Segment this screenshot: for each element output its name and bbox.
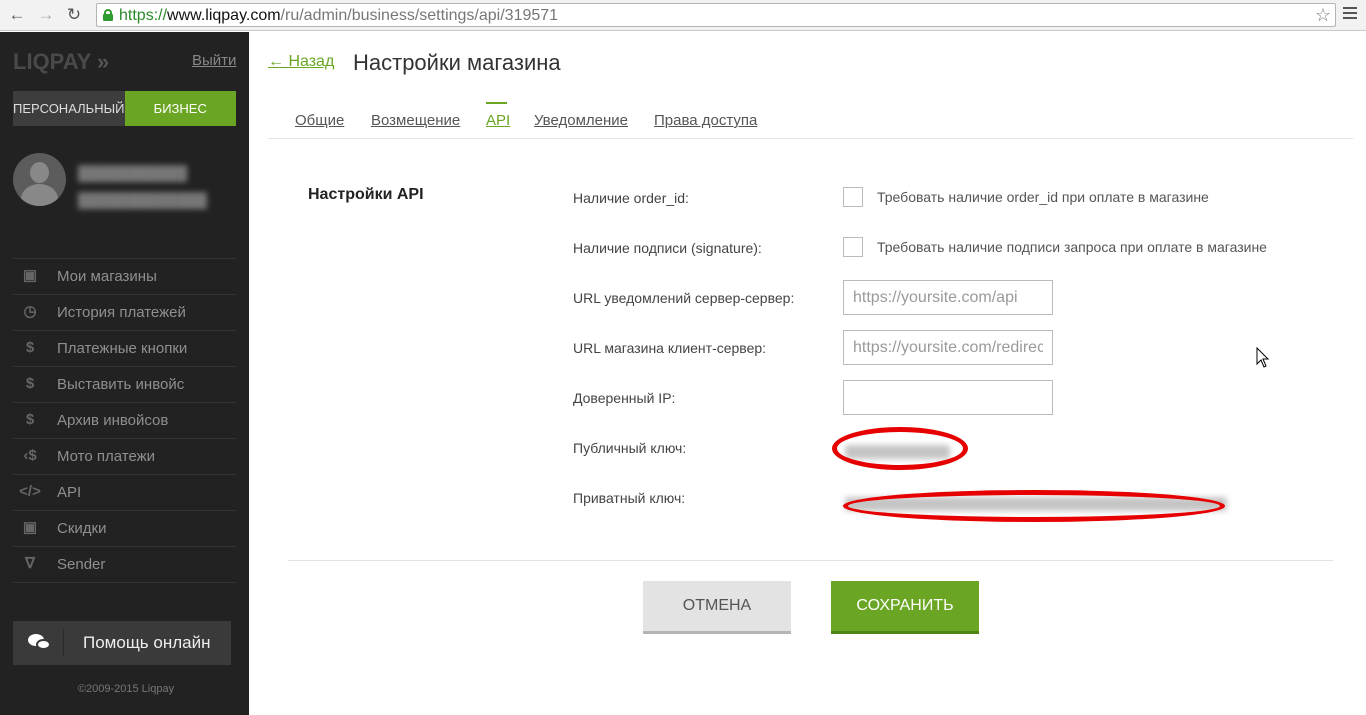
- invoice-icon: $: [25, 375, 35, 392]
- help-online-button[interactable]: Помощь онлайн: [13, 621, 231, 665]
- public-key-label: Публичный ключ:: [573, 440, 687, 456]
- lock-icon: [103, 9, 113, 21]
- sidebar-item-label: Sender: [57, 556, 106, 573]
- sidebar-item-my-stores[interactable]: ▣ Мои магазины: [13, 259, 236, 295]
- order-id-check-label[interactable]: Требовать наличие order_id при оплате в …: [877, 189, 1209, 205]
- invoice-archive-icon: $: [25, 411, 35, 428]
- signature-label: Наличие подписи (signature):: [573, 240, 762, 256]
- order-id-checkbox[interactable]: [843, 187, 863, 207]
- client-url-label: URL магазина клиент-сервер:: [573, 340, 767, 356]
- account-type-toggle: ПЕРСОНАЛЬНЫЙ БИЗНЕС: [13, 91, 236, 126]
- back-arrow-icon[interactable]: ←: [6, 5, 28, 25]
- address-bar[interactable]: https://www.liqpay.com/ru/admin/business…: [96, 3, 1336, 27]
- mouse-cursor-icon: [1256, 347, 1270, 368]
- cancel-button[interactable]: ОТМЕНА: [643, 581, 791, 634]
- sidebar-item-label: Мото платежи: [57, 448, 156, 465]
- discount-store-icon: ▣: [22, 519, 38, 536]
- trusted-ip-label: Доверенный IP:: [573, 390, 676, 406]
- active-tab-indicator: [486, 102, 507, 104]
- url-text: https://www.liqpay.com/ru/admin/business…: [119, 7, 559, 24]
- sidebar-item-moto-payments[interactable]: ‹$ Мото платежи: [13, 439, 236, 475]
- form-divider: [288, 560, 1333, 561]
- signature-check-label[interactable]: Требовать наличие подписи запроса при оп…: [877, 239, 1267, 255]
- sidebar-item-create-invoice[interactable]: $ Выставить инвойс: [13, 367, 236, 403]
- save-button[interactable]: СОХРАНИТЬ: [831, 581, 979, 634]
- sidebar-item-sender[interactable]: ∇ Sender: [13, 547, 236, 583]
- store-icon: ▣: [22, 267, 38, 284]
- sender-icon: ∇: [24, 555, 36, 572]
- client-url-input[interactable]: [843, 330, 1053, 365]
- sidebar-item-invoice-archive[interactable]: $ Архив инвойсов: [13, 403, 236, 439]
- chat-bubbles-icon: [28, 634, 52, 652]
- sidebar: LIQPAY » Выйти ПЕРСОНАЛЬНЫЙ БИЗНЕС █████…: [0, 32, 249, 715]
- section-title: Настройки API: [308, 186, 424, 203]
- signature-checkbox[interactable]: [843, 237, 863, 257]
- server-url-label: URL уведомлений сервер-сервер:: [573, 290, 795, 306]
- order-id-label: Наличие order_id:: [573, 190, 689, 206]
- back-link[interactable]: ← Назад: [268, 53, 334, 71]
- hamburger-menu-icon[interactable]: [1343, 7, 1357, 21]
- sidebar-item-label: Выставить инвойс: [57, 376, 185, 393]
- tab-api[interactable]: API: [486, 112, 510, 129]
- sidebar-item-label: API: [57, 484, 82, 501]
- sidebar-item-label: Мои магазины: [57, 268, 157, 285]
- blurred-user-name: ███████████: [78, 165, 188, 181]
- copyright: ©2009-2015 Liqpay: [77, 683, 175, 695]
- dollar-button-icon: $: [25, 339, 35, 356]
- logo[interactable]: LIQPAY »: [13, 49, 109, 75]
- sidebar-item-label: История платежей: [57, 304, 186, 321]
- browser-toolbar: ← → ↻ https://www.liqpay.com/ru/admin/bu…: [0, 0, 1366, 31]
- highlight-ellipse: [843, 490, 1225, 522]
- sidebar-item-discounts[interactable]: ▣ Скидки: [13, 511, 236, 547]
- forward-arrow-icon[interactable]: →: [35, 5, 57, 25]
- code-icon: </>: [19, 483, 41, 500]
- avatar: [13, 153, 66, 206]
- reload-icon[interactable]: ↻: [63, 5, 85, 25]
- tab-access-rights[interactable]: Права доступа: [654, 112, 757, 129]
- trusted-ip-input[interactable]: [843, 380, 1053, 415]
- settings-tabs: Общие Возмещение API Уведомление Права д…: [268, 100, 1353, 139]
- tab-general[interactable]: Общие: [295, 112, 344, 129]
- page-title: Настройки магазина: [353, 50, 561, 75]
- tab-notifications[interactable]: Уведомление: [534, 112, 628, 129]
- sidebar-nav: ▣ Мои магазины ◷ История платежей $ Плат…: [13, 259, 236, 583]
- bookmark-star-icon[interactable]: ☆: [1315, 5, 1331, 25]
- private-key-label: Приватный ключ:: [573, 490, 686, 506]
- moto-icon: ‹$: [23, 447, 37, 464]
- sidebar-item-api[interactable]: </> API: [13, 475, 236, 511]
- sidebar-item-payment-buttons[interactable]: $ Платежные кнопки: [13, 331, 236, 367]
- sidebar-item-label: Скидки: [57, 520, 107, 537]
- personal-tab[interactable]: ПЕРСОНАЛЬНЫЙ: [13, 91, 125, 126]
- sidebar-item-payment-history[interactable]: ◷ История платежей: [13, 295, 236, 331]
- business-tab[interactable]: БИЗНЕС: [124, 91, 236, 126]
- sidebar-item-label: Архив инвойсов: [57, 412, 169, 429]
- blurred-user-email: █████████████: [78, 192, 207, 208]
- sidebar-item-label: Платежные кнопки: [57, 340, 188, 357]
- server-url-input[interactable]: [843, 280, 1053, 315]
- history-icon: ◷: [23, 303, 37, 320]
- highlight-ellipse: [832, 427, 968, 470]
- tab-compensation[interactable]: Возмещение: [371, 112, 460, 129]
- help-online-label: Помощь онлайн: [83, 633, 211, 652]
- logout-link[interactable]: Выйти: [192, 52, 236, 69]
